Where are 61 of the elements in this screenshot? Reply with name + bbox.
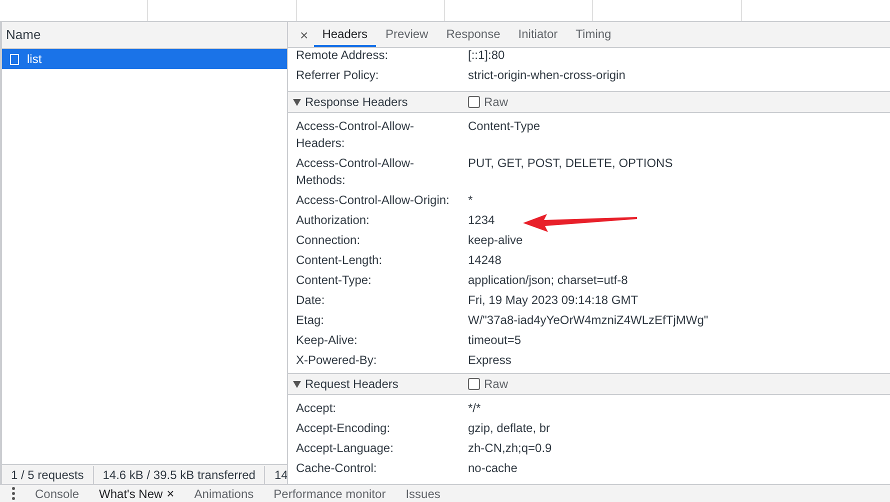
header-name: Date: [296,292,326,308]
header-value: no-cache [468,460,518,476]
checkbox[interactable] [468,378,480,390]
header-value: 1234 [468,212,495,228]
header-name: Accept-Language: [296,440,394,456]
header-value: keep-alive [468,232,523,248]
header-name: Cache-Control: [296,460,378,476]
header-name: Keep-Alive: [296,332,358,348]
drawer-tab[interactable]: Performance monitor [274,484,386,502]
drawer-tab[interactable]: What's New × [99,484,174,502]
header-value: Content-Type [468,118,540,134]
checkbox[interactable] [468,96,480,108]
section-title: Response Headers [305,94,408,111]
header-name: Content-Length: [296,252,384,268]
header-name: Referrer Policy: [296,66,380,84]
tab[interactable]: Response [438,23,508,47]
header-value: timeout=5 [468,332,522,348]
header-name: Authorization: [296,212,370,228]
request-name: list [27,51,42,68]
header-value: */* [468,400,481,416]
section-header[interactable]: Request Headers Raw [288,373,890,395]
close-button[interactable]: × [296,23,312,47]
section-title: Request Headers [305,376,398,393]
column-header[interactable]: Name [2,22,287,49]
header-name: Accept: [296,400,338,416]
header-name: Remote Address: [296,48,390,64]
tab[interactable]: Preview [378,23,436,47]
header-value: * [468,192,473,208]
header-value: Express [468,352,512,368]
disclosure-triangle-icon[interactable] [293,380,301,388]
request-row[interactable]: list [2,49,287,69]
header-value: PUT, GET, POST, DELETE, OPTIONS [468,154,673,172]
header-value: gzip, deflate, br [468,420,550,436]
header-value: W/"37a8-iad4yYeOrW4mzniZ4WLzEfTjMWg" [468,312,708,328]
header-value: Fri, 19 May 2023 09:14:18 GMT [468,292,638,308]
header-name: Access-Control-Allow-Methods: [296,154,416,188]
checkbox-label: Raw [484,94,508,111]
more-options-icon[interactable] [12,487,15,500]
header-name: Access-Control-Allow-Origin: [296,192,450,208]
header-value: [::1]:80 [468,48,505,64]
header-value: zh-CN,zh;q=0.9 [468,440,552,456]
header-name: Accept-Encoding: [296,420,392,436]
header-name: Connection: [296,232,362,248]
tab[interactable]: Timing [568,23,620,47]
drawer-tab[interactable]: Issues [406,484,440,502]
drawer-tab[interactable]: Console [35,484,80,502]
header-value: strict-origin-when-cross-origin [468,66,626,84]
checkbox-label: Raw [484,376,508,393]
header-name: Content-Type: [296,272,372,288]
section-header[interactable]: Response Headers Raw [288,91,890,113]
header-value: 14248 [468,252,502,268]
header-name: Etag: [296,312,326,328]
header-value: application/json; charset=utf-8 [468,272,628,288]
header-name: Access-Control-Allow-Headers: [296,118,416,152]
disclosure-triangle-icon[interactable] [293,98,301,106]
tab[interactable]: Initiator [510,23,566,47]
document-icon [10,54,19,64]
tab[interactable]: Headers [314,23,376,47]
drawer-tab[interactable]: Animations [194,484,254,502]
header-name: X-Powered-By: [296,352,378,368]
close-icon[interactable]: × [166,484,174,502]
